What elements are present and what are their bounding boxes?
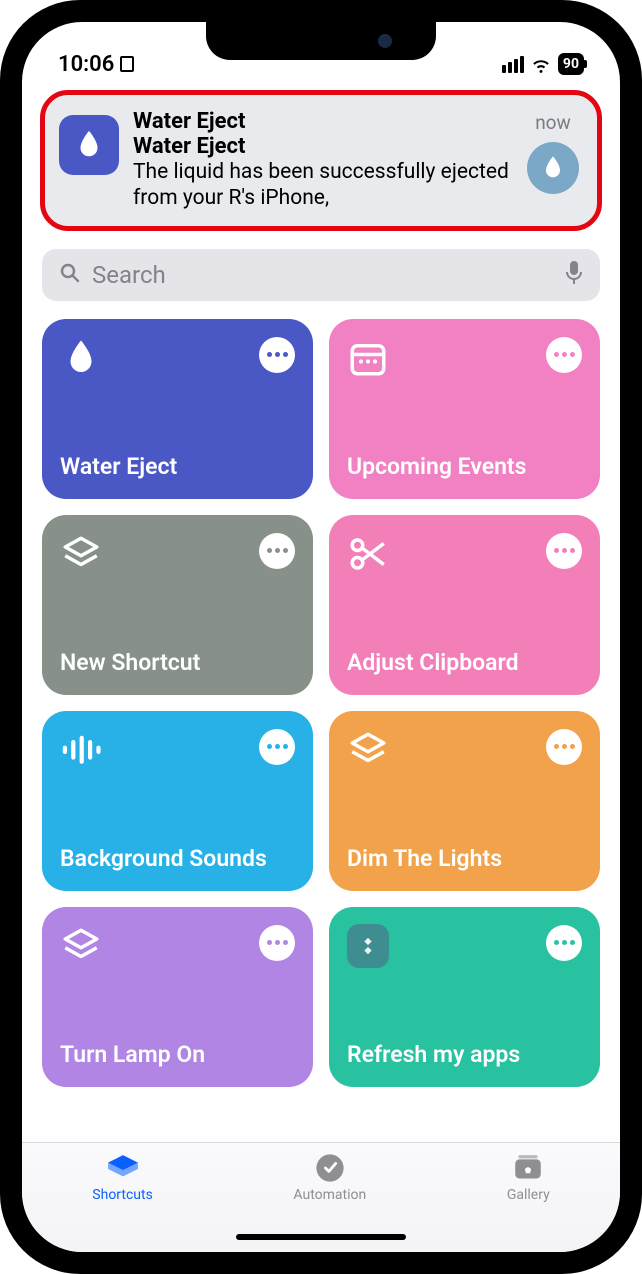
gallery-tab-icon — [511, 1153, 545, 1183]
notch — [206, 22, 436, 60]
shortcuts-grid-area[interactable]: Water Eject Upcoming Events New Shortcut Ad… — [22, 313, 620, 1143]
tab-shortcuts[interactable]: Shortcuts — [92, 1153, 153, 1252]
wifi-icon — [530, 53, 552, 75]
tile-header — [347, 925, 582, 967]
shortcuts-grid: Water Eject Upcoming Events New Shortcut Ad… — [42, 319, 600, 1087]
layers-icon — [347, 729, 389, 771]
notification-time: now — [535, 111, 571, 134]
automation-tab-icon — [313, 1153, 347, 1183]
tab-shortcuts-label: Shortcuts — [92, 1187, 153, 1203]
soundwave-icon — [60, 729, 102, 771]
notification-right: now — [527, 111, 579, 194]
tile-label: Upcoming Events — [347, 454, 582, 480]
status-right: 90 — [502, 53, 584, 75]
screen: 10:06 90 Wate — [22, 22, 620, 1252]
more-button[interactable] — [546, 337, 582, 373]
search-placeholder: Search — [92, 261, 554, 289]
device-frame: 10:06 90 Wate — [0, 0, 642, 1274]
tile-header — [60, 337, 295, 379]
more-button[interactable] — [546, 925, 582, 961]
battery-level: 90 — [563, 56, 579, 72]
layers-icon — [60, 925, 102, 967]
shortcut-tile-refresh-my-apps[interactable]: Refresh my apps — [329, 907, 600, 1087]
tab-automation-label: Automation — [293, 1187, 366, 1203]
notification-area: Water Eject Water Eject The liquid has b… — [22, 82, 620, 245]
search-area: Search — [22, 245, 620, 313]
home-indicator[interactable] — [236, 1234, 406, 1240]
tile-label: New Shortcut — [60, 650, 295, 676]
tile-label: Refresh my apps — [347, 1042, 582, 1068]
tile-label: Background Sounds — [60, 846, 295, 872]
water-drop-icon — [527, 142, 579, 194]
status-time: 10:06 — [58, 52, 114, 77]
shortcut-tile-upcoming-events[interactable]: Upcoming Events — [329, 319, 600, 499]
tab-gallery-label: Gallery — [507, 1187, 550, 1203]
tile-header — [60, 533, 295, 575]
search-icon — [58, 261, 82, 289]
tile-header — [347, 729, 582, 771]
more-button[interactable] — [259, 925, 295, 961]
more-button[interactable] — [546, 729, 582, 765]
tile-label: Turn Lamp On — [60, 1042, 295, 1068]
notification-app-name: Water Eject — [133, 109, 513, 134]
notification-body: Water Eject Water Eject The liquid has b… — [133, 109, 513, 212]
app-badge-icon — [347, 925, 389, 967]
tile-header — [347, 337, 582, 379]
shortcut-tile-water-eject[interactable]: Water Eject — [42, 319, 313, 499]
more-button[interactable] — [259, 729, 295, 765]
cellular-signal-icon — [502, 56, 524, 73]
scissors-icon — [347, 533, 389, 575]
notification-app-icon — [59, 115, 119, 175]
tile-header — [60, 925, 295, 967]
search-field[interactable]: Search — [42, 249, 600, 301]
layers-icon — [60, 533, 102, 575]
microphone-icon[interactable] — [564, 260, 584, 290]
tab-gallery[interactable]: Gallery — [507, 1153, 550, 1252]
shortcut-tile-turn-lamp-on[interactable]: Turn Lamp On — [42, 907, 313, 1087]
more-button[interactable] — [259, 533, 295, 569]
tile-label: Dim The Lights — [347, 846, 582, 872]
shortcut-tile-new-shortcut[interactable]: New Shortcut — [42, 515, 313, 695]
water-drop-icon — [60, 337, 102, 379]
shortcut-tile-background-sounds[interactable]: Background Sounds — [42, 711, 313, 891]
more-button[interactable] — [546, 533, 582, 569]
more-button[interactable] — [259, 337, 295, 373]
battery-indicator: 90 — [558, 53, 584, 75]
shortcut-tile-adjust-clipboard[interactable]: Adjust Clipboard — [329, 515, 600, 695]
notification-title: Water Eject — [133, 134, 513, 159]
tile-label: Water Eject — [60, 454, 295, 480]
shortcuts-tab-icon — [106, 1153, 140, 1183]
tile-header — [347, 533, 582, 575]
notification-message: The liquid has been successfully ejected… — [133, 159, 513, 212]
shortcut-tile-dim-the-lights[interactable]: Dim The Lights — [329, 711, 600, 891]
tile-header — [60, 729, 295, 771]
notification-banner[interactable]: Water Eject Water Eject The liquid has b… — [40, 90, 602, 231]
calendar-icon — [347, 337, 389, 379]
status-indicator-icon — [120, 56, 134, 72]
status-left: 10:06 — [58, 52, 134, 77]
tile-label: Adjust Clipboard — [347, 650, 582, 676]
